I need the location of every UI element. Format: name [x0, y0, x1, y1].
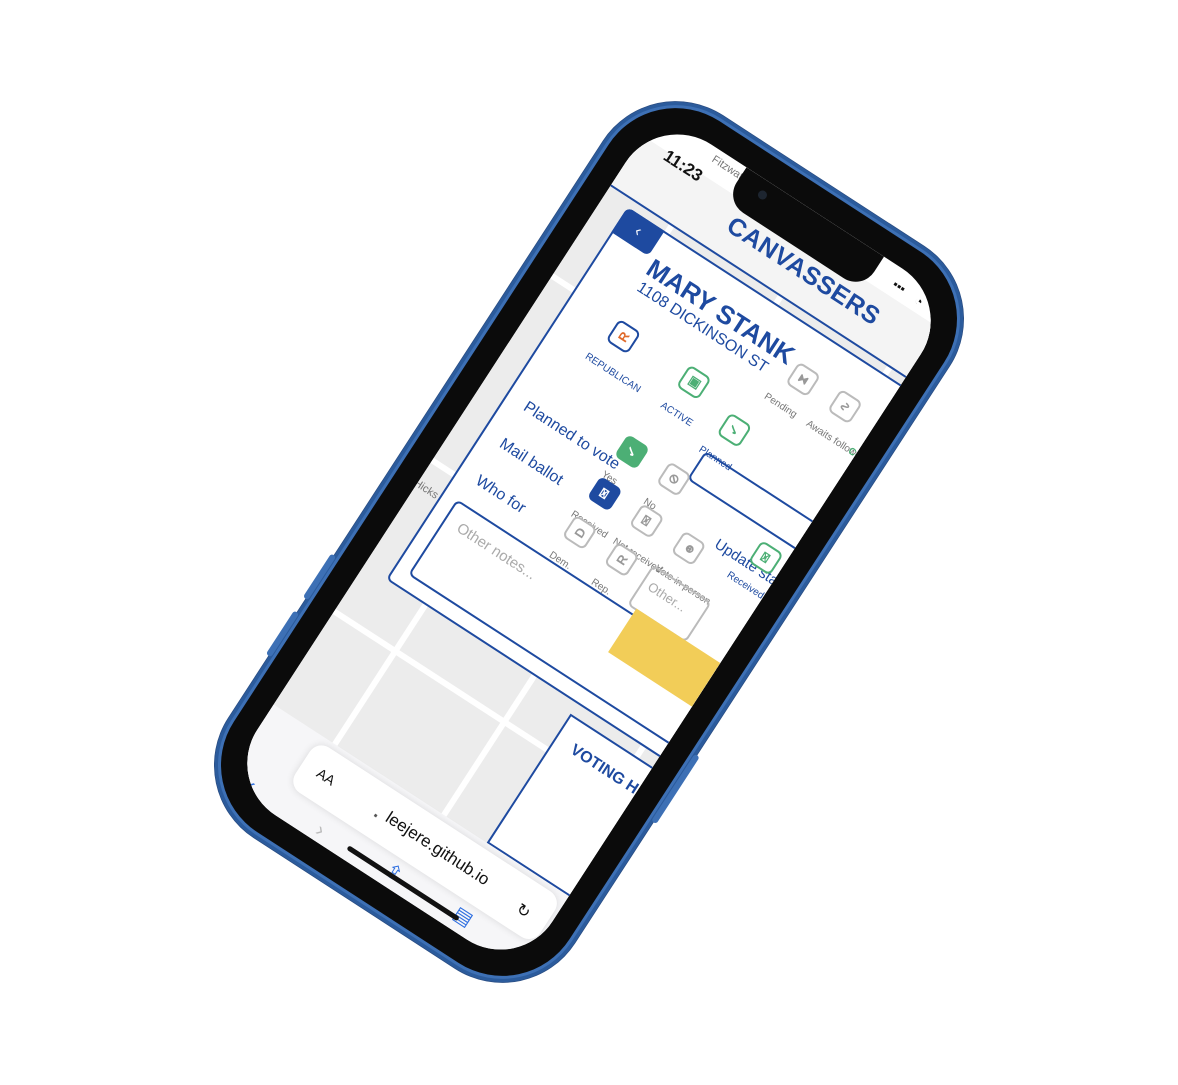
yes-check-icon[interactable]: ✓ — [614, 433, 650, 470]
mail-received-option-icon[interactable]: ✉ — [586, 475, 623, 512]
back-icon[interactable]: ‹ — [242, 775, 261, 798]
mail-ballot-label: Mail ballot — [496, 435, 567, 489]
update-status-button[interactable]: Update status — [686, 450, 818, 600]
who-for-label: Who for — [472, 472, 529, 518]
screen: Fitzwater St S Hicks St Carpenter St CAN… — [223, 110, 955, 974]
battery-icon: ▮ — [933, 300, 948, 318]
lock-icon: ▪ — [370, 809, 381, 822]
reload-icon[interactable]: ↻ — [512, 899, 534, 923]
trend-icon[interactable]: ∿ — [827, 388, 864, 425]
planned-check-icon: ✓ — [716, 412, 753, 449]
wifi-icon: ◔ — [911, 292, 927, 310]
active-icon: ▣ — [675, 364, 712, 401]
vote-in-person-icon[interactable]: ☻ — [670, 530, 707, 567]
mail-not-received-icon[interactable]: ✉ — [628, 503, 665, 540]
party-label: REPUBLICAN — [582, 351, 643, 396]
registration-label: ACTIVE — [658, 400, 695, 430]
notes-input[interactable]: Other notes... — [454, 520, 539, 584]
hourglass-icon[interactable]: ⧗ — [785, 361, 822, 398]
forward-icon[interactable]: › — [311, 819, 329, 842]
text-size-button[interactable]: AA — [314, 765, 338, 789]
phone: Fitzwater St S Hicks St Carpenter St CAN… — [182, 69, 996, 1015]
camera — [756, 188, 769, 202]
chevron-up-icon: ‹ — [631, 222, 646, 240]
party-badge: R — [605, 318, 642, 355]
other-option-label: Other... — [645, 578, 690, 615]
status-awaits-label: Awaits followup — [803, 418, 868, 466]
no-icon[interactable]: ⊘ — [655, 461, 692, 498]
status-pending-label: Pending — [762, 391, 799, 421]
